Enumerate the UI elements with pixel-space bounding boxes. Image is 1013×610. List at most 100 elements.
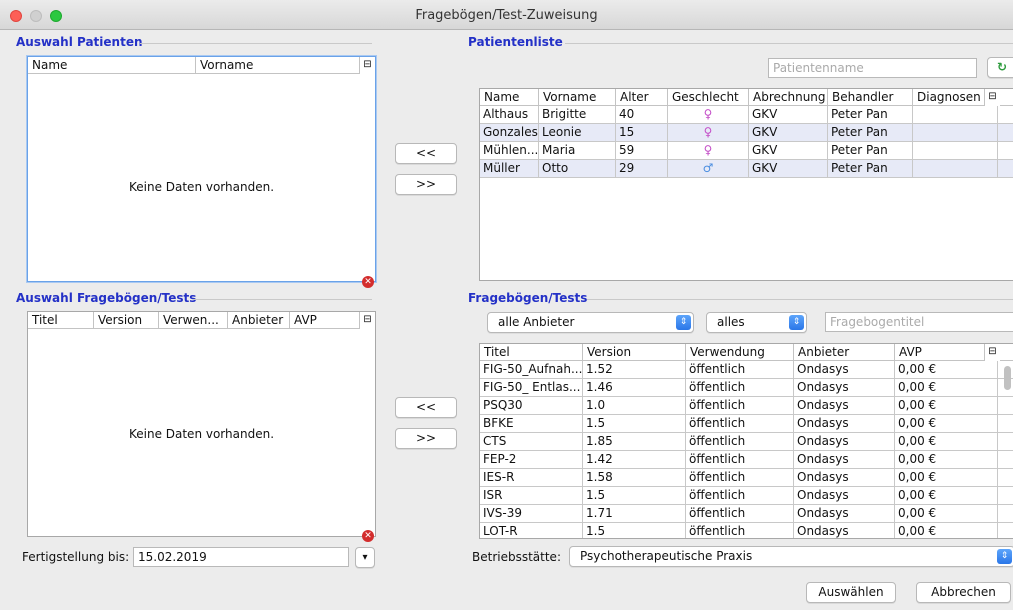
cell-abrechnung: GKV — [749, 160, 828, 178]
column-header-version[interactable]: Version — [94, 312, 159, 329]
test-row[interactable]: CTS 1.85 öffentlich Ondasys 0,00 € — [480, 433, 1013, 451]
column-header-anbieter[interactable]: Anbieter — [228, 312, 290, 329]
site-select[interactable]: Psychotherapeutische Praxis ⇕ — [569, 546, 1013, 567]
refresh-icon[interactable]: ↻ — [987, 57, 1013, 78]
column-header-titel[interactable]: Titel — [480, 344, 583, 361]
test-row[interactable]: IVS-39 1.71 öffentlich Ondasys 0,00 € — [480, 505, 1013, 523]
cell-anbieter: Ondasys — [794, 469, 895, 487]
cell-version: 1.5 — [583, 415, 686, 433]
cell-behandler: Peter Pan — [828, 106, 913, 124]
table-header: Titel Version Verwendung Anbieter AVP — [480, 344, 1013, 361]
female-icon: ♀ — [703, 107, 713, 121]
test-row[interactable]: ISR 1.5 öffentlich Ondasys 0,00 € — [480, 487, 1013, 505]
section-divider — [587, 299, 1013, 300]
test-title-search-input[interactable] — [825, 312, 1013, 332]
patient-rows: Althaus Brigitte 40 ♀ GKV Peter Pan Gonzales Le… — [480, 106, 1013, 178]
column-header-geschlecht[interactable]: Geschlecht — [668, 89, 749, 106]
column-menu-icon[interactable]: ⊟ — [984, 344, 1000, 361]
section-divider — [193, 299, 372, 300]
cell-anbieter: Ondasys — [794, 523, 895, 538]
column-header-avp[interactable]: AVP — [895, 344, 998, 361]
select-button[interactable]: Auswählen — [806, 582, 896, 603]
test-row[interactable]: LOT-R 1.5 öffentlich Ondasys 0,00 € — [480, 523, 1013, 538]
column-header-name[interactable]: Name — [480, 89, 539, 106]
cell-anbieter: Ondasys — [794, 361, 895, 379]
test-row[interactable]: IES-R 1.58 öffentlich Ondasys 0,00 € — [480, 469, 1013, 487]
cell-geschlecht: ♀ — [668, 142, 749, 160]
cell-anbieter: Ondasys — [794, 379, 895, 397]
cell-verwendung: öffentlich — [686, 523, 794, 538]
column-header-verwendung[interactable]: Verwen... — [159, 312, 228, 329]
cell-titel: FIG-50_ Entlas... — [480, 379, 583, 397]
cell-anbieter: Ondasys — [794, 487, 895, 505]
selected-tests-table[interactable]: Titel Version Verwen... Anbieter AVP ⊟ K… — [27, 311, 376, 537]
cell-avp: 0,00 € — [895, 379, 998, 397]
patient-row[interactable]: Mühlen... Maria 59 ♀ GKV Peter Pan — [480, 142, 1013, 160]
column-header-behandler[interactable]: Behandler — [828, 89, 913, 106]
patient-row[interactable]: Müller Otto 29 ♂ GKV Peter Pan — [480, 160, 1013, 178]
test-row[interactable]: FIG-50_Aufnah... 1.52 öffentlich Ondasys 0,0… — [480, 361, 1013, 379]
column-header-abrechnung[interactable]: Abrechnung — [749, 89, 828, 106]
column-header-anbieter[interactable]: Anbieter — [794, 344, 895, 361]
cell-version: 1.85 — [583, 433, 686, 451]
cell-verwendung: öffentlich — [686, 433, 794, 451]
table-header: Name Vorname Alter Geschlecht Abrechnung… — [480, 89, 1013, 106]
cell-verwendung: öffentlich — [686, 451, 794, 469]
cell-version: 1.5 — [583, 487, 686, 505]
column-menu-icon[interactable]: ⊟ — [359, 312, 375, 329]
cell-geschlecht: ♀ — [668, 124, 749, 142]
provider-select-value: alle Anbieter — [498, 315, 575, 329]
patient-row[interactable]: Althaus Brigitte 40 ♀ GKV Peter Pan — [480, 106, 1013, 124]
tests-list-table[interactable]: Titel Version Verwendung Anbieter AVP ⊟ … — [479, 343, 1013, 539]
column-header-vorname[interactable]: Vorname — [196, 57, 360, 74]
section-divider — [565, 43, 1013, 44]
cell-avp: 0,00 € — [895, 505, 998, 523]
cell-alter: 40 — [616, 106, 668, 124]
test-rows: FIG-50_Aufnah... 1.52 öffentlich Ondasys 0,0… — [480, 361, 1013, 538]
table-header: Name Vorname — [28, 57, 375, 74]
test-row[interactable]: FIG-50_ Entlas... 1.46 öffentlich Ondasys 0,… — [480, 379, 1013, 397]
cell-abrechnung: GKV — [749, 142, 828, 160]
cell-titel: CTS — [480, 433, 583, 451]
column-header-vorname[interactable]: Vorname — [539, 89, 616, 106]
test-row[interactable]: BFKE 1.5 öffentlich Ondasys 0,00 € — [480, 415, 1013, 433]
add-patient-button[interactable]: << — [395, 143, 457, 164]
clear-patients-error-icon[interactable]: ✕ — [362, 276, 374, 288]
female-icon: ♀ — [703, 125, 713, 139]
patient-search-input[interactable] — [768, 58, 977, 78]
cell-avp: 0,00 € — [895, 523, 998, 538]
cell-name: Althaus — [480, 106, 539, 124]
completion-date-input[interactable] — [133, 547, 349, 567]
column-header-version[interactable]: Version — [583, 344, 686, 361]
cell-titel: LOT-R — [480, 523, 583, 538]
provider-select[interactable]: alle Anbieter ⇕ — [487, 312, 694, 333]
column-menu-icon[interactable]: ⊟ — [359, 57, 375, 74]
column-menu-icon[interactable]: ⊟ — [984, 89, 1000, 106]
column-header-avp[interactable]: AVP — [290, 312, 360, 329]
column-header-titel[interactable]: Titel — [28, 312, 94, 329]
cell-verwendung: öffentlich — [686, 361, 794, 379]
remove-patient-button[interactable]: >> — [395, 174, 457, 195]
add-test-button[interactable]: << — [395, 397, 457, 418]
test-row[interactable]: PSQ30 1.0 öffentlich Ondasys 0,00 € — [480, 397, 1013, 415]
remove-test-button[interactable]: >> — [395, 428, 457, 449]
column-header-verwendung[interactable]: Verwendung — [686, 344, 794, 361]
selected-patients-table[interactable]: Name Vorname ⊟ Keine Daten vorhanden. — [27, 56, 376, 282]
usage-filter-select[interactable]: alles ⇕ — [706, 312, 807, 333]
window-title: Fragebögen/Test-Zuweisung — [415, 8, 598, 23]
cancel-button[interactable]: Abbrechen — [916, 582, 1011, 603]
site-label: Betriebsstätte: — [472, 550, 561, 564]
patient-list-table[interactable]: Name Vorname Alter Geschlecht Abrechnung… — [479, 88, 1013, 281]
clear-tests-error-icon[interactable]: ✕ — [362, 530, 374, 542]
cell-abrechnung: GKV — [749, 124, 828, 142]
tests-scrollbar[interactable] — [1004, 366, 1011, 390]
dropdown-icon[interactable]: ▾ — [355, 547, 375, 568]
test-row[interactable]: FEP-2 1.42 öffentlich Ondasys 0,00 € — [480, 451, 1013, 469]
dialog-window: Fragebögen/Test-Zuweisung Auswahl Patien… — [0, 0, 1013, 610]
title-bar: Fragebögen/Test-Zuweisung — [0, 0, 1013, 30]
column-header-name[interactable]: Name — [28, 57, 196, 74]
cell-diagnosen — [913, 106, 998, 124]
column-header-alter[interactable]: Alter — [616, 89, 668, 106]
patient-row[interactable]: Gonzales Leonie 15 ♀ GKV Peter Pan — [480, 124, 1013, 142]
cell-version: 1.58 — [583, 469, 686, 487]
